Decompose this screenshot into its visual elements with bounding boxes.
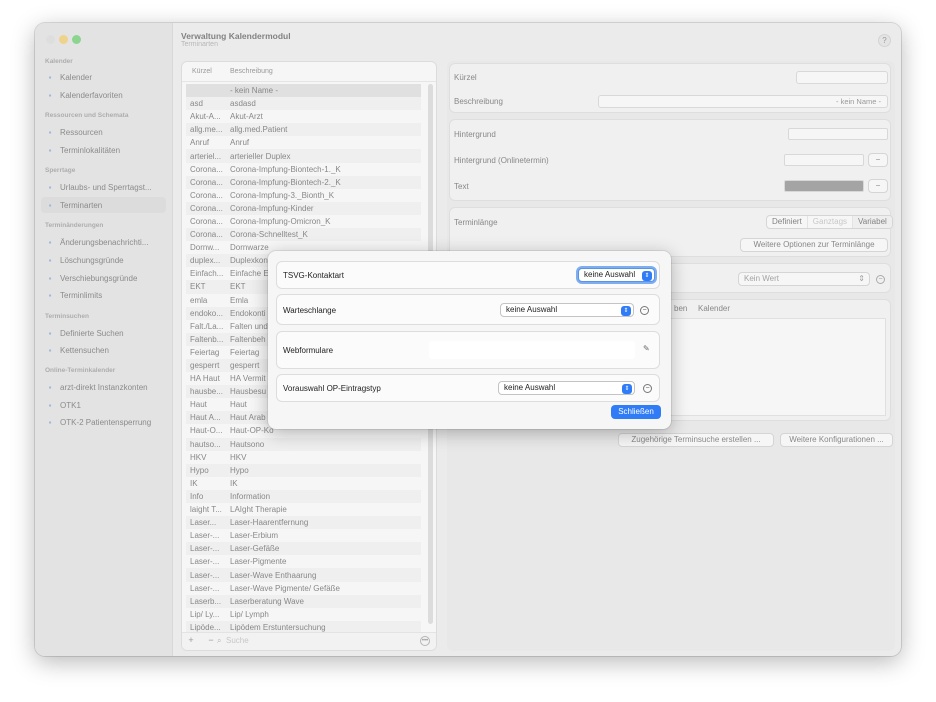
popup-chevron-icon: ⇕	[642, 270, 652, 281]
webformulare-field[interactable]	[429, 341, 635, 359]
vorauswahl-label: Vorauswahl OP-Eintragstyp	[283, 384, 381, 393]
warteschlange-remove-icon[interactable]: −	[640, 306, 649, 315]
webformulare-row: Webformulare ✎	[276, 331, 660, 369]
vorauswahl-value: keine Auswahl	[504, 383, 556, 392]
tsvg-value: keine Auswahl	[584, 270, 636, 279]
close-button[interactable]: Schließen	[611, 405, 661, 419]
vorauswahl-remove-icon[interactable]: −	[643, 384, 652, 393]
vorauswahl-row: Vorauswahl OP-Eintragstyp keine Auswahl …	[276, 374, 660, 402]
warteschlange-row: Warteschlange keine Auswahl ⇕ −	[276, 294, 660, 325]
webformulare-label: Webformulare	[283, 346, 334, 355]
warteschlange-value: keine Auswahl	[506, 305, 558, 314]
vorauswahl-popup[interactable]: keine Auswahl ⇕	[498, 381, 635, 395]
tsvg-label: TSVG-Kontaktart	[283, 271, 344, 280]
warteschlange-popup[interactable]: keine Auswahl ⇕	[500, 303, 634, 317]
tsvg-row: TSVG-Kontaktart keine Auswahl ⇕	[276, 261, 660, 289]
tsvg-popup[interactable]: keine Auswahl ⇕	[578, 268, 655, 282]
modal-sheet: TSVG-Kontaktart keine Auswahl ⇕ Wartesch…	[268, 251, 671, 429]
popup-chevron-icon: ⇕	[622, 383, 632, 394]
pencil-icon[interactable]: ✎	[643, 344, 650, 353]
warteschlange-label: Warteschlange	[283, 306, 337, 315]
popup-chevron-icon: ⇕	[621, 305, 631, 316]
